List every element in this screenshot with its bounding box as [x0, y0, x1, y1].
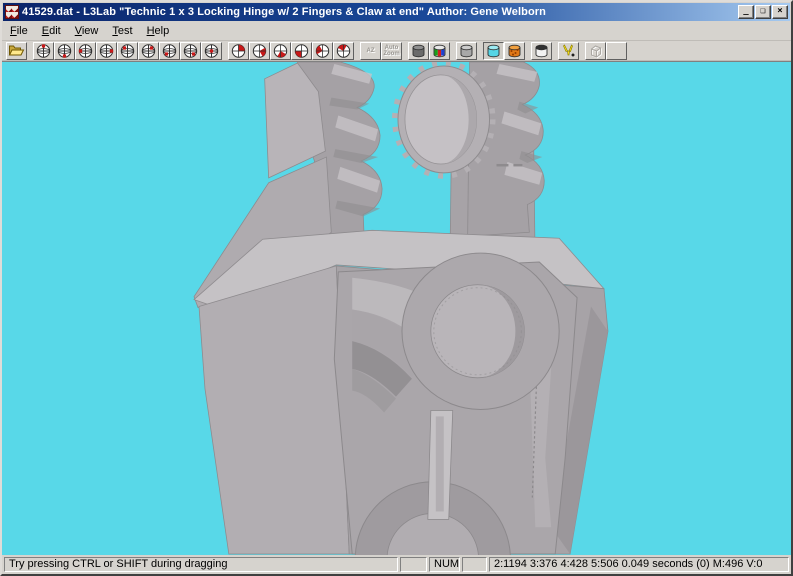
- shading-gray-button[interactable]: [456, 42, 477, 60]
- globe-axes-icon: [182, 43, 199, 59]
- finger-seam: [513, 164, 522, 166]
- view-axis-3-button[interactable]: [270, 42, 291, 60]
- toolbar: AZ AutoZoom: [2, 41, 791, 61]
- globe-axes-icon: [98, 43, 115, 59]
- close-button[interactable]: ×: [772, 5, 788, 19]
- status-message: Try pressing CTRL or SHIFT during draggi…: [4, 557, 398, 572]
- window-title: 41529.dat - L3Lab "Technic 1 x 3 Locking…: [22, 6, 737, 18]
- view-orientation-8-button[interactable]: [180, 42, 201, 60]
- globe-axes-icon: [77, 43, 94, 59]
- red-sphere-icon: [272, 43, 289, 59]
- minimize-button[interactable]: _: [738, 5, 754, 19]
- view-axis-1-button[interactable]: [228, 42, 249, 60]
- view-orientation-5-button[interactable]: [117, 42, 138, 60]
- az-button: AZ: [360, 42, 381, 60]
- view-axis-4-button[interactable]: [291, 42, 312, 60]
- orange-dotted-cylinder-icon: [506, 43, 523, 59]
- wire-cube-icon: [587, 43, 604, 59]
- menu-edit[interactable]: Edit: [35, 23, 68, 40]
- red-sphere-icon: [335, 43, 352, 59]
- open-folder-icon: [8, 43, 25, 59]
- status-bar: Try pressing CTRL or SHIFT during draggi…: [2, 555, 791, 574]
- yellow-spark-icon: [560, 43, 577, 59]
- view-axis-6-button[interactable]: [333, 42, 354, 60]
- view-axis-5-button[interactable]: [312, 42, 333, 60]
- open-file-button[interactable]: [6, 42, 27, 60]
- application-window: 41529.dat - L3Lab "Technic 1 x 3 Locking…: [0, 0, 793, 576]
- texture-orange-button[interactable]: [504, 42, 525, 60]
- axle-slot-inner: [436, 416, 444, 511]
- globe-axes-icon: [161, 43, 178, 59]
- wireframe-box-button: [585, 42, 606, 60]
- menu-bar: FileEditViewTestHelp: [2, 22, 791, 41]
- view-orientation-1-button[interactable]: [33, 42, 54, 60]
- globe-axes-icon: [119, 43, 136, 59]
- menu-test[interactable]: Test: [105, 23, 139, 40]
- globe-axes-icon: [56, 43, 73, 59]
- view-orientation-7-button[interactable]: [159, 42, 180, 60]
- auto-zoom-text: AutoZoom: [383, 45, 399, 57]
- red-sphere-icon: [230, 43, 247, 59]
- menu-help[interactable]: Help: [140, 23, 177, 40]
- view-orientation-2-button[interactable]: [54, 42, 75, 60]
- title-bar[interactable]: 41529.dat - L3Lab "Technic 1 x 3 Locking…: [3, 3, 790, 21]
- shading-dark-button[interactable]: [408, 42, 429, 60]
- view-axis-2-button[interactable]: [249, 42, 270, 60]
- auto-zoom-button: AutoZoom: [381, 42, 402, 60]
- view-orientation-3-button[interactable]: [75, 42, 96, 60]
- blank-button[interactable]: [606, 42, 627, 60]
- shading-multicolor-button[interactable]: [429, 42, 450, 60]
- menu-file[interactable]: File: [3, 23, 35, 40]
- az-text: AZ: [367, 48, 375, 54]
- background-cyan-button[interactable]: [483, 42, 504, 60]
- status-num-indicator: NUM: [429, 557, 460, 572]
- globe-axes-icon: [35, 43, 52, 59]
- red-sphere-icon: [314, 43, 331, 59]
- globe-axes-icon: [140, 43, 157, 59]
- menu-view[interactable]: View: [68, 23, 106, 40]
- status-pane-empty-2: [462, 557, 487, 572]
- viewport-3d[interactable]: [2, 61, 791, 555]
- dark-cylinder-icon: [410, 43, 427, 59]
- red-sphere-icon: [293, 43, 310, 59]
- model-3d-technic-hinge[interactable]: [2, 62, 791, 555]
- restore-button[interactable]: ❏: [755, 5, 771, 19]
- shading-white-button[interactable]: [531, 42, 552, 60]
- finger-seam: [496, 164, 508, 166]
- globe-axes-icon: [203, 43, 220, 59]
- white-cylinder-icon: [533, 43, 550, 59]
- red-sphere-icon: [251, 43, 268, 59]
- view-orientation-9-button[interactable]: [201, 42, 222, 60]
- status-pane-empty-1: [400, 557, 427, 572]
- lighting-button[interactable]: [558, 42, 579, 60]
- view-orientation-4-button[interactable]: [96, 42, 117, 60]
- multicolor-cylinder-icon: [431, 43, 448, 59]
- cyan-cylinder-icon: [485, 43, 502, 59]
- app-icon[interactable]: [5, 5, 19, 19]
- status-stats: 2:1194 3:376 4:428 5:506 0.049 seconds (…: [489, 557, 789, 572]
- view-orientation-6-button[interactable]: [138, 42, 159, 60]
- gray-cylinder-icon: [458, 43, 475, 59]
